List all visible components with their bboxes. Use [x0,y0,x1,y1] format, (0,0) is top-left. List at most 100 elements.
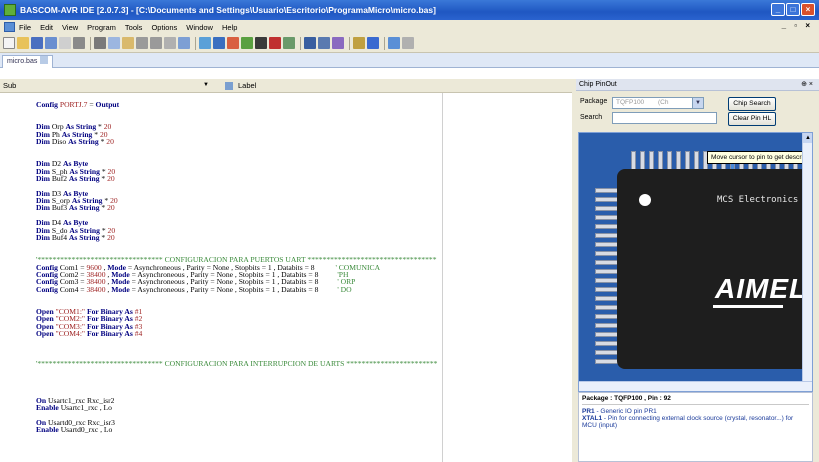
open-folder-icon[interactable] [17,37,29,49]
code-line[interactable] [36,108,437,115]
code-token: Config [36,284,60,294]
package-value: TQFP100 [616,99,645,106]
terminal-icon[interactable] [283,37,295,49]
code-line[interactable]: Enable Usartd0_rxc , Lo [36,425,437,435]
chip-icon[interactable] [255,37,267,49]
lcd-designer-icon[interactable] [304,37,316,49]
menu-options[interactable]: Options [151,23,177,32]
compile-icon[interactable] [213,37,225,49]
program-chip-icon[interactable] [227,37,239,49]
code-line[interactable] [36,212,437,219]
code-token: Config [36,100,60,109]
options-icon[interactable] [353,37,365,49]
code-token: Output [95,100,120,109]
menu-view[interactable]: View [62,23,78,32]
minimize-button[interactable]: _ [771,3,785,16]
chip-search-button[interactable]: Chip Search [728,97,776,111]
code-token: 20 [107,203,115,213]
save-icon[interactable] [31,37,43,49]
panel-close-icon[interactable]: ⊕ × [801,79,813,90]
code-line[interactable] [36,293,437,300]
stop-icon[interactable] [269,37,281,49]
left-pins[interactable] [595,188,619,364]
bookmark-icon[interactable] [164,37,176,49]
print-icon[interactable] [73,37,85,49]
document-icon[interactable] [4,22,15,32]
chevron-down-icon[interactable]: ▼ [203,82,209,88]
run-icon[interactable] [241,37,253,49]
mdi-window-controls[interactable]: _ ▫ × [782,21,813,30]
copy-icon[interactable] [108,37,120,49]
tab-micro-bas[interactable]: micro.bas [2,55,54,68]
code-line[interactable] [36,338,437,345]
code-line[interactable] [36,367,437,374]
tab-close-icon[interactable] [40,56,49,64]
label-dropdown[interactable]: Label [238,81,256,90]
code-line[interactable]: Dim Buf2 As String * 20 [36,173,437,183]
code-editor[interactable]: Config PORTJ.7 = Output Dim Orp As String… [0,93,572,462]
new-file-icon[interactable] [3,37,15,49]
menu-bar: File Edit View Program Tools Options Win… [0,20,819,34]
package-select[interactable]: TQFP100 (Ch ▼ [612,97,704,109]
code-token: As String [68,203,100,213]
clear-pin-hl-button[interactable]: Clear Pin HL [728,112,776,126]
extra-icon[interactable] [402,37,414,49]
vertical-scrollbar[interactable]: ▲ [802,133,812,383]
menu-window[interactable]: Window [186,23,213,32]
tab-label: micro.bas [7,58,38,65]
code-line[interactable]: Config Com4 = 38400 , Mode = Asynchroneo… [36,284,437,294]
code-token: Buf2 [51,173,69,183]
print-preview-icon[interactable] [59,37,71,49]
cut-icon[interactable] [94,37,106,49]
chevron-down-icon[interactable]: ▼ [692,98,703,108]
code-line[interactable]: '********************************* CONFI… [36,359,437,367]
code-token: Buf4 [51,233,69,243]
code-token: ' DO [337,284,352,294]
code-line[interactable]: Dim Buf4 As String * 20 [36,233,437,243]
menu-edit[interactable]: Edit [40,23,53,32]
unindent-icon[interactable] [150,37,162,49]
code-line[interactable]: Dim Buf3 As String * 20 [36,203,437,213]
chip-body: MCS Electronics AIMEL [617,169,812,369]
code-line[interactable]: Enable Usartc1_rxc , Lo [36,404,437,412]
menu-file[interactable]: File [19,23,31,32]
code-line[interactable] [36,382,437,389]
code-token: Dim [36,136,52,146]
code-line[interactable]: Dim Diso As String * 20 [36,136,437,146]
paste-icon[interactable] [122,37,134,49]
code-token: PORTJ.7 [59,100,88,109]
code-line[interactable] [36,345,437,352]
chip-view[interactable]: MCS Electronics AIMEL Move cursor to pin… [578,132,813,392]
code-line[interactable] [36,374,437,381]
panel-title: Chip PinOut [579,81,617,88]
code-line[interactable]: Config PORTJ.7 = Output [36,100,437,109]
pin-info-line: XTAL1 - Pin for connecting external cloc… [582,415,809,429]
code-line[interactable]: Open "COM4:" For Binary As #4 [36,330,437,338]
save-all-icon[interactable] [45,37,57,49]
menu-help[interactable]: Help [222,23,237,32]
code-line[interactable] [36,153,437,160]
horizontal-scrollbar[interactable] [579,381,812,391]
close-button[interactable]: × [801,3,815,16]
pin-icon[interactable] [332,37,344,49]
scroll-up-icon[interactable]: ▲ [803,133,812,143]
window-layout-icon[interactable] [388,37,400,49]
menu-program[interactable]: Program [87,23,116,32]
code-line[interactable] [36,241,437,248]
indent-icon[interactable] [136,37,148,49]
menu-tools[interactable]: Tools [125,23,143,32]
syntax-check-icon[interactable] [199,37,211,49]
maximize-button[interactable]: □ [786,3,800,16]
search-input[interactable] [612,112,717,124]
pin1-marker [639,194,651,206]
code-line[interactable] [36,182,437,189]
sub-dropdown[interactable]: Sub [3,81,16,90]
simulator-icon[interactable] [318,37,330,49]
code-line[interactable] [36,145,437,152]
help-icon[interactable] [367,37,379,49]
code-token: Usartd0_rxc , Lo [60,425,113,435]
search-label: Search [580,114,603,121]
source-code[interactable]: Config PORTJ.7 = Output Dim Orp As String… [36,101,437,434]
find-icon[interactable] [178,37,190,49]
code-token: Diso [51,136,69,146]
